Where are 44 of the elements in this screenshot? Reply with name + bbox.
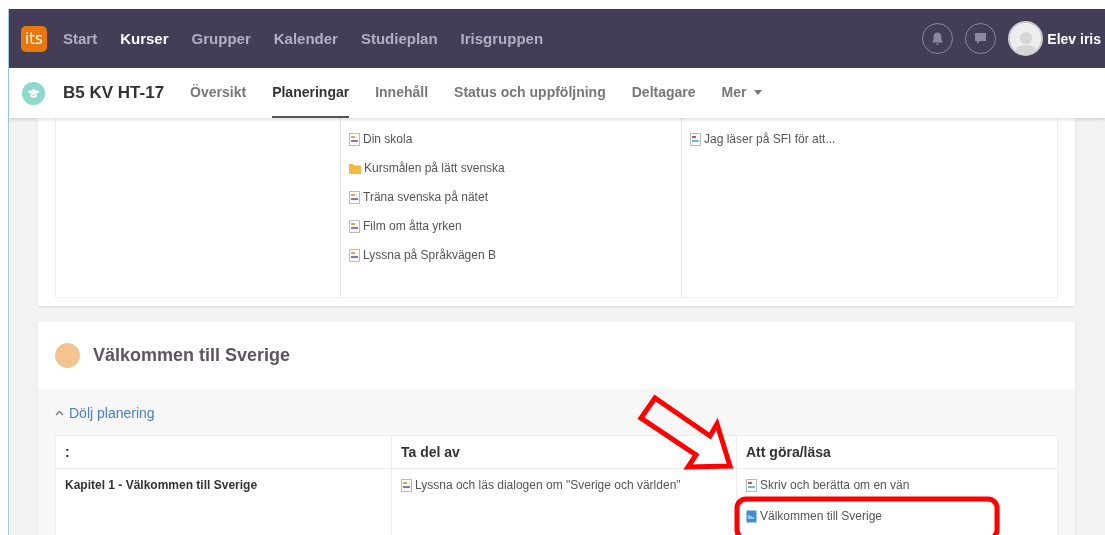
resource-link[interactable]: Lyssna och läs dialogen om "Sverige och världen"	[401, 478, 681, 492]
document-icon	[401, 478, 412, 492]
resource-link[interactable]: Lyssna på Språkvägen B	[349, 248, 496, 262]
document-icon	[349, 132, 360, 146]
resource-link[interactable]: Träna svenska på nätet	[349, 190, 488, 204]
graduation-cap-icon	[22, 81, 45, 105]
nav-item[interactable]: Studieplan	[360, 30, 438, 47]
course-tab[interactable]: Mer	[721, 68, 763, 118]
nav-item[interactable]: Grupper	[191, 30, 251, 47]
document-icon	[349, 219, 360, 233]
column-header: Ta del av	[391, 436, 736, 469]
course-tab[interactable]: Innehåll	[375, 68, 429, 118]
document-icon	[349, 190, 360, 204]
course-title: B5 KV HT-17	[63, 83, 165, 103]
course-tab[interactable]: Översikt	[190, 68, 247, 118]
nav-item[interactable]: Kalender	[273, 30, 338, 47]
column-header: :	[56, 436, 391, 469]
resource-link[interactable]: Välkommen till Sverige	[746, 509, 883, 523]
caret-icon	[754, 89, 763, 95]
folder-icon	[349, 162, 361, 174]
toggle-planning-link[interactable]: Dölj planering	[55, 405, 155, 421]
resource-link[interactable]: Din skola	[349, 132, 413, 146]
bell-icon	[931, 31, 945, 46]
chat-bubble-icon	[974, 32, 988, 45]
document-icon	[349, 248, 360, 262]
resource-link[interactable]: Jag läser på SFI för att...	[690, 132, 836, 146]
document-icon	[690, 132, 701, 146]
person-silhouette-icon	[1014, 30, 1037, 54]
nav-item[interactable]: Irisgruppen	[460, 30, 544, 47]
chapter-title: Kapitel 1 - Välkommen till Sverige	[65, 478, 259, 492]
document-icon	[746, 509, 757, 523]
nav-item[interactable]: Start	[63, 30, 98, 47]
course-tab[interactable]: Deltagare	[631, 68, 696, 118]
avatar[interactable]	[1008, 21, 1044, 56]
resource-link[interactable]: Film om åtta yrken	[349, 219, 462, 233]
resource-link[interactable]: Kursmålen på lätt svenska	[349, 161, 505, 175]
user-name[interactable]: Elev iris	[1047, 30, 1101, 47]
planning-color-dot	[55, 343, 80, 368]
course-tab[interactable]: Status och uppföljning	[454, 68, 606, 118]
nav-item[interactable]: Kurser	[120, 30, 169, 47]
planning-title: Välkommen till Sverige	[93, 345, 291, 366]
resource-link[interactable]: Skriv och berätta om en vän	[746, 478, 910, 492]
column-header: Att göra/läsa	[736, 436, 1057, 469]
document-icon	[746, 478, 757, 492]
